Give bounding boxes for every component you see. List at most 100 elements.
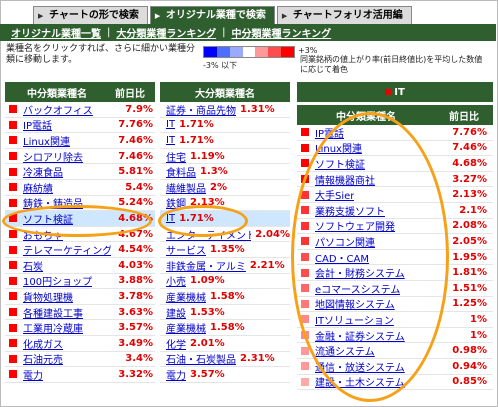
large-industry-link[interactable]: 証券・商品先物 bbox=[166, 102, 236, 117]
color-square-icon bbox=[301, 268, 309, 277]
table-row: ソフト検証 4.68% bbox=[5, 211, 155, 227]
industry-link[interactable]: 業務支援ソフト bbox=[315, 203, 385, 218]
change-value: 7.46% bbox=[118, 134, 153, 146]
name-cell: ソフト検証 bbox=[297, 156, 443, 171]
color-square-icon bbox=[301, 237, 309, 246]
tab-bar: チャートの形で検索 オリジナル業種で検索 チャートフォリオ活用編 bbox=[33, 6, 414, 25]
large-industry-link[interactable]: 住宅 bbox=[166, 149, 186, 164]
industry-link[interactable]: IP電話 bbox=[315, 125, 344, 140]
industry-link[interactable]: 電力 bbox=[23, 367, 43, 382]
industry-link[interactable]: 地図情報システム bbox=[315, 297, 395, 311]
industry-link[interactable]: 会計・財務システム bbox=[315, 265, 405, 280]
industry-link[interactable]: 各種建設工事 bbox=[23, 305, 83, 320]
change-value: 1.25% bbox=[452, 298, 487, 310]
name-cell: 麻紡績 bbox=[5, 180, 111, 195]
name-cell: 工業用冷蔵庫 bbox=[5, 320, 111, 335]
legend-swatch bbox=[242, 47, 256, 57]
industry-link[interactable]: 流通システム bbox=[315, 343, 375, 358]
name-cell: 情報機器商社 bbox=[297, 172, 443, 187]
industry-link[interactable]: バックオフィス bbox=[23, 102, 93, 117]
subnav-industry-list[interactable]: オリジナル業種一覧 bbox=[5, 25, 107, 40]
industry-link[interactable]: Linux関連 bbox=[23, 133, 70, 148]
color-square-icon bbox=[9, 323, 17, 332]
industry-link[interactable]: 化成ガス bbox=[23, 336, 63, 351]
large-industry-link[interactable]: 繊維製品 bbox=[166, 180, 206, 195]
large-industry-link[interactable]: 化学 bbox=[166, 336, 186, 351]
column-header-large-name: 大分類業種名 bbox=[195, 88, 255, 100]
industry-link[interactable]: 情報機器商社 bbox=[315, 172, 375, 187]
name-cell: シロアリ除去 bbox=[5, 149, 111, 164]
industry-link[interactable]: 工業用冷蔵庫 bbox=[23, 320, 83, 335]
industry-link[interactable]: ソフトウェア開発 bbox=[315, 219, 395, 233]
table-row: 工業用冷蔵庫 3.57% bbox=[5, 320, 155, 336]
color-square-icon bbox=[9, 276, 17, 285]
table-row: 非鉄金属・アルミ 2.21% bbox=[160, 258, 290, 274]
table-row: IT 1.71% bbox=[160, 118, 290, 134]
industry-link[interactable]: 麻紡績 bbox=[23, 180, 53, 195]
industry-link[interactable]: Linux関連 bbox=[315, 141, 362, 155]
large-industry-link[interactable]: エンターテイメント bbox=[166, 227, 251, 242]
change-value: 7.76% bbox=[452, 126, 487, 138]
panel-title: IT bbox=[297, 82, 493, 102]
industry-link[interactable]: 鋳鉄・鋳造品 bbox=[23, 196, 83, 210]
large-industry-link[interactable]: 産業機械 bbox=[166, 320, 206, 335]
industry-link[interactable]: おもちゃ bbox=[23, 227, 63, 242]
color-square-icon bbox=[9, 339, 17, 348]
industry-link[interactable]: パソコン関連 bbox=[315, 234, 375, 249]
industry-link[interactable]: テレマーケティング bbox=[23, 242, 111, 257]
table-row: IP電話 7.76% bbox=[297, 125, 493, 141]
large-industry-link[interactable]: IT bbox=[166, 135, 175, 146]
industry-link[interactable]: 金融・証券システム bbox=[315, 328, 405, 343]
industry-link[interactable]: 大手Sier bbox=[315, 187, 354, 202]
color-square-icon bbox=[301, 175, 309, 184]
large-industry-link[interactable]: 小売 bbox=[166, 274, 186, 288]
large-industry-link[interactable]: IT bbox=[166, 213, 175, 224]
name-cell: 石炭 bbox=[5, 258, 111, 273]
column-header-name: 中分類業種名 bbox=[336, 111, 396, 123]
industry-link[interactable]: IP電話 bbox=[23, 118, 52, 132]
table-row: IT 1.71% bbox=[160, 133, 290, 149]
table-row: 鋳鉄・鋳造品 5.24% bbox=[5, 196, 155, 212]
large-industry-link[interactable]: 電力 bbox=[166, 367, 186, 382]
industry-link[interactable]: 建設・土木システム bbox=[315, 375, 405, 389]
industry-link[interactable]: ITソリューション bbox=[315, 312, 394, 327]
tab-original-industry[interactable]: オリジナル業種で検索 bbox=[149, 6, 275, 25]
change-value: 2.13% bbox=[190, 197, 225, 209]
name-cell: 流通システム bbox=[297, 343, 443, 358]
industry-link[interactable]: 石油元売 bbox=[23, 352, 63, 366]
tab-chartfolio[interactable]: チャートフォリオ活用編 bbox=[276, 6, 412, 25]
large-industry-link[interactable]: サービス bbox=[166, 242, 206, 257]
legend-gradient bbox=[203, 46, 295, 58]
industry-link[interactable]: 100円ショップ bbox=[23, 274, 92, 288]
color-square-icon bbox=[9, 370, 17, 379]
large-industry-link[interactable]: IT bbox=[166, 119, 175, 130]
name-cell: eコマースシステム bbox=[297, 281, 443, 296]
table-row: 産業機械 1.58% bbox=[160, 320, 290, 336]
table-row: 食料品 1.3% bbox=[160, 164, 290, 180]
color-legend: -3% 以下 +3% bbox=[203, 46, 317, 70]
color-square-icon bbox=[301, 299, 309, 308]
large-industry-link[interactable]: 非鉄金属・アルミ bbox=[166, 258, 246, 273]
large-industry-link[interactable]: 食料品 bbox=[166, 164, 196, 179]
industry-link[interactable]: 冷凍食品 bbox=[23, 164, 63, 179]
industry-link[interactable]: CAD・CAM bbox=[315, 250, 369, 265]
table-header: 大分類業種名 bbox=[160, 82, 290, 102]
industry-link[interactable]: 通信・放送システム bbox=[315, 359, 405, 374]
industry-link[interactable]: ソフト検証 bbox=[23, 211, 73, 226]
large-industry-link[interactable]: 石油・石炭製品 bbox=[166, 352, 236, 366]
color-square-icon bbox=[9, 292, 17, 301]
industry-link[interactable]: eコマースシステム bbox=[315, 281, 400, 296]
industry-link[interactable]: シロアリ除去 bbox=[23, 149, 83, 164]
industry-link[interactable]: 貨物処理機 bbox=[23, 289, 73, 304]
industry-link[interactable]: 石炭 bbox=[23, 258, 43, 273]
industry-link[interactable]: ソフト検証 bbox=[315, 156, 365, 171]
subnav-mid-ranking[interactable]: 中分類業種ランキング bbox=[225, 25, 337, 40]
subnav-large-ranking[interactable]: 大分類業種ランキング bbox=[110, 25, 222, 40]
tab-chart-search[interactable]: チャートの形で検索 bbox=[33, 6, 148, 25]
name-cell: ソフトウェア開発 bbox=[297, 219, 443, 233]
legend-swatch bbox=[204, 47, 217, 57]
large-industry-link[interactable]: 産業機械 bbox=[166, 289, 206, 304]
large-industry-link[interactable]: 鉄鋼 bbox=[166, 196, 186, 210]
change-value: 2.01% bbox=[190, 337, 225, 349]
large-industry-link[interactable]: 建設 bbox=[166, 305, 186, 320]
